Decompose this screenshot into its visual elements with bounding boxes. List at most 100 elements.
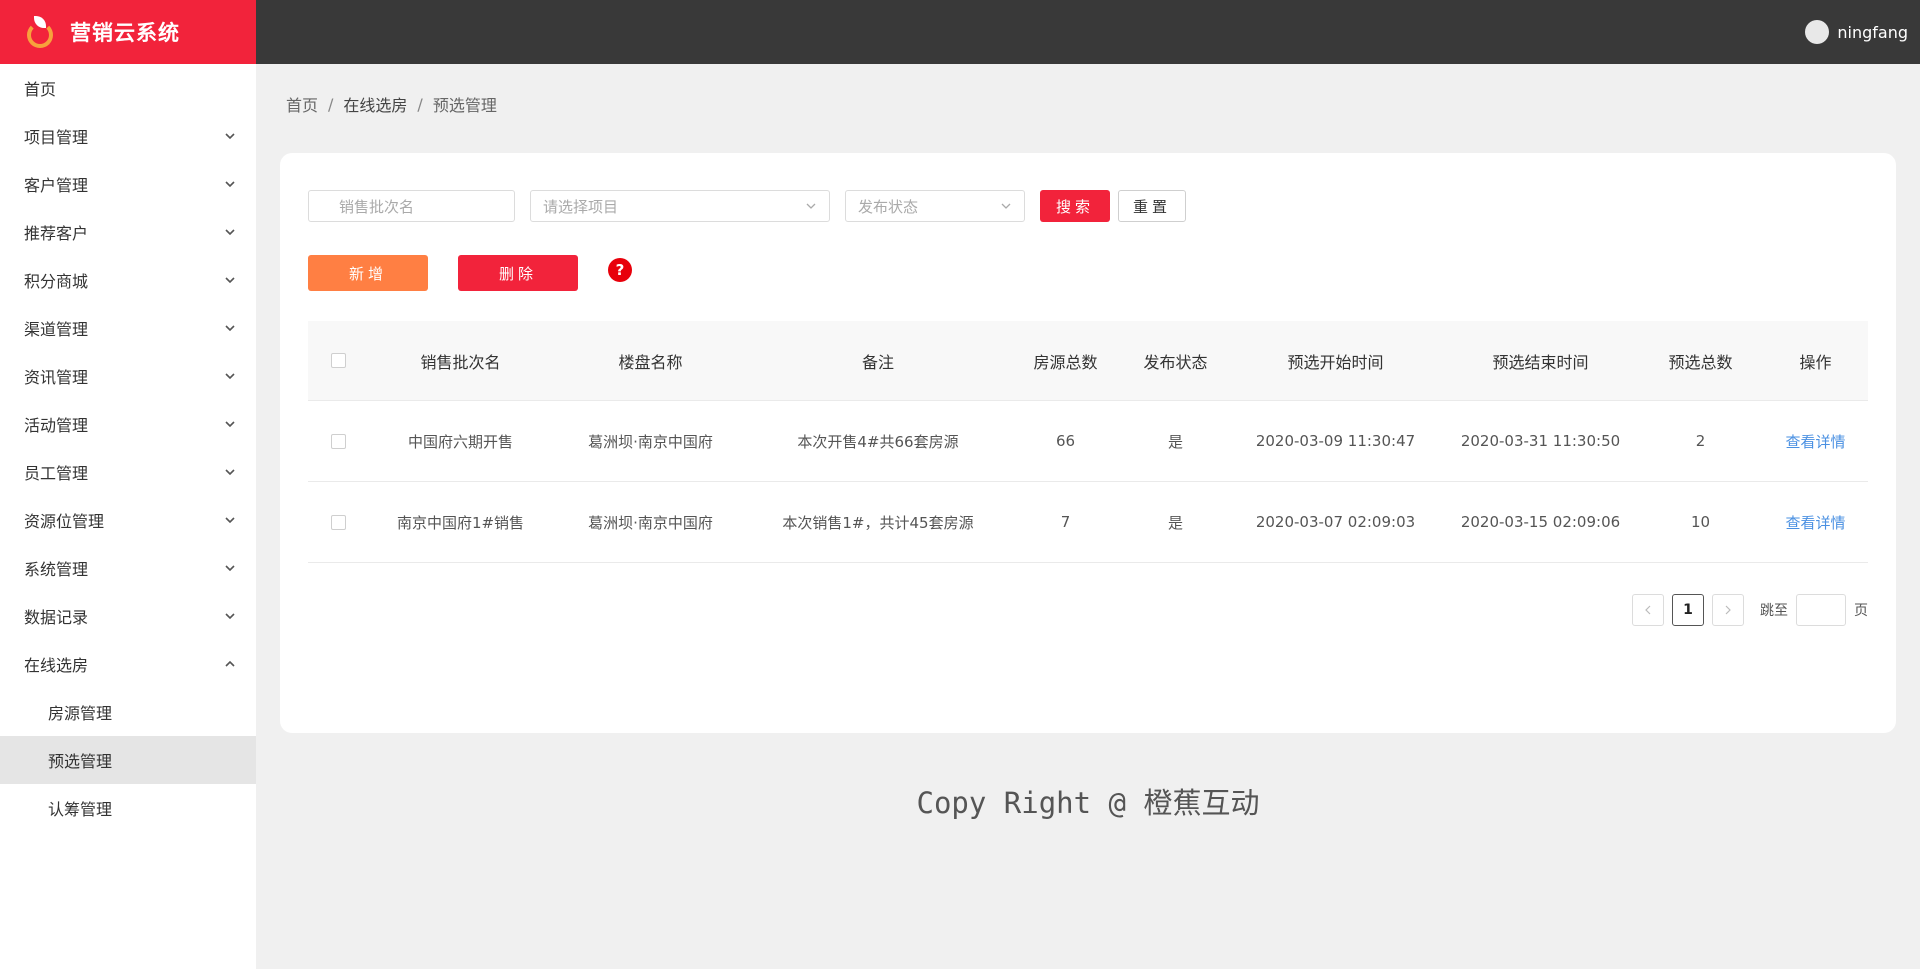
footer-copyright: Copy Right @ 橙蕉互动: [916, 786, 1260, 820]
table-row: 中国府六期开售 葛洲坝·南京中国府 本次开售4#共66套房源 66 是 2020…: [308, 401, 1868, 482]
column-header: 预选开始时间: [1287, 352, 1384, 372]
chevron-left-icon: [1645, 605, 1651, 615]
sidebar-item-online-selection[interactable]: 在线选房: [0, 640, 256, 688]
end-time-cell: 2020-03-15 02:09:06: [1460, 513, 1621, 531]
user-menu[interactable]: ningfang: [1805, 0, 1908, 64]
column-header: 楼盘名称: [618, 352, 683, 372]
avatar[interactable]: [1805, 20, 1830, 44]
select-all-checkbox[interactable]: [330, 353, 346, 368]
chevron-down-icon: [224, 562, 236, 574]
add-button[interactable]: 新增: [308, 255, 428, 291]
batch-name-cell: 南京中国府1#销售: [396, 513, 525, 532]
chevron-down-icon: [224, 322, 236, 334]
table-row: 南京中国府1#销售 葛洲坝·南京中国府 本次销售1#，共计45套房源 7 是 2…: [308, 482, 1868, 563]
column-header: 房源总数: [1033, 352, 1098, 372]
row-checkbox[interactable]: [330, 514, 346, 530]
project-select-placeholder: 请选择项目: [543, 197, 619, 216]
view-details-link[interactable]: 查看详情: [1763, 512, 1868, 533]
start-time-cell: 2020-03-07 02:09:03: [1255, 513, 1416, 531]
next-page-button[interactable]: [1712, 594, 1744, 626]
column-header: 销售批次名: [420, 352, 501, 372]
top-header: 营销云系统 ningfang: [0, 0, 1920, 64]
estate-name-cell: 葛洲坝·南京中国府: [588, 513, 713, 532]
row-checkbox[interactable]: [330, 433, 346, 449]
sidebar-item-points-mall[interactable]: 积分商城: [0, 256, 256, 304]
sidebar-item-home[interactable]: 首页: [0, 64, 256, 112]
chevron-up-icon: [224, 658, 236, 670]
chevron-down-icon: [224, 274, 236, 286]
sidebar-item-system[interactable]: 系统管理: [0, 544, 256, 592]
start-time-cell: 2020-03-09 11:30:47: [1255, 432, 1416, 450]
app-title: 营销云系统: [70, 21, 180, 45]
sidebar-subitem-listings[interactable]: 房源管理: [0, 688, 256, 736]
reset-button[interactable]: 重置: [1118, 190, 1186, 222]
preselect-total-cell: 2: [1695, 432, 1706, 450]
logo[interactable]: 营销云系统: [0, 0, 256, 64]
sidebar-item-referrals[interactable]: 推荐客户: [0, 208, 256, 256]
view-details-link[interactable]: 查看详情: [1763, 431, 1868, 452]
remark-cell: 本次销售1#，共计45套房源: [782, 513, 974, 532]
user-name: ningfang: [1837, 22, 1908, 42]
sidebar-item-data-records[interactable]: 数据记录: [0, 592, 256, 640]
batch-name-cell: 中国府六期开售: [407, 432, 513, 451]
sidebar-item-resource-slots[interactable]: 资源位管理: [0, 496, 256, 544]
breadcrumb-separator: /: [417, 94, 423, 114]
publish-status-cell: 是: [1167, 432, 1183, 451]
main-panel: 销售批次名 请选择项目 发布状态 搜索 重置 新增 删除 ? 销售批次名 楼盘名…: [280, 153, 1896, 733]
sidebar-item-activities[interactable]: 活动管理: [0, 400, 256, 448]
page-number-button[interactable]: 1: [1672, 594, 1704, 626]
sidebar-subitem-preselection[interactable]: 预选管理: [0, 736, 256, 784]
pagination: 1 跳至 页: [1632, 593, 1868, 627]
jump-label: 跳至: [1760, 603, 1788, 619]
project-select[interactable]: 请选择项目: [530, 190, 830, 222]
batch-name-input[interactable]: 销售批次名: [308, 190, 515, 222]
chevron-down-icon: [224, 418, 236, 430]
total-listings-cell: 66: [1055, 432, 1076, 450]
chevron-down-icon: [224, 370, 236, 382]
estate-name-cell: 葛洲坝·南京中国府: [588, 432, 713, 451]
status-select[interactable]: 发布状态: [845, 190, 1025, 222]
column-header: 发布状态: [1143, 352, 1208, 372]
column-header: 操作: [1799, 352, 1832, 372]
help-icon[interactable]: ?: [608, 258, 632, 282]
chevron-right-icon: [1725, 605, 1731, 615]
breadcrumb-home[interactable]: 首页: [286, 92, 318, 116]
remark-cell: 本次开售4#共66套房源: [797, 432, 959, 451]
sidebar-item-projects[interactable]: 项目管理: [0, 112, 256, 160]
chevron-down-icon: [224, 178, 236, 190]
page-unit-label: 页: [1854, 603, 1868, 619]
end-time-cell: 2020-03-31 11:30:50: [1460, 432, 1621, 450]
column-header: 备注: [861, 352, 894, 372]
preselect-total-cell: 10: [1690, 513, 1711, 531]
chevron-down-icon: [224, 514, 236, 526]
total-listings-cell: 7: [1060, 513, 1071, 531]
chevron-down-icon: [1000, 200, 1012, 212]
sidebar-item-customers[interactable]: 客户管理: [0, 160, 256, 208]
breadcrumb: 首页 / 在线选房 / 预选管理: [286, 92, 497, 116]
publish-status-cell: 是: [1167, 513, 1183, 532]
breadcrumb-current: 预选管理: [432, 96, 497, 115]
prev-page-button[interactable]: [1632, 594, 1664, 626]
sidebar-item-channels[interactable]: 渠道管理: [0, 304, 256, 352]
chevron-down-icon: [224, 610, 236, 622]
sidebar-item-staff[interactable]: 员工管理: [0, 448, 256, 496]
breadcrumb-parent[interactable]: 在线选房: [343, 92, 407, 116]
chevron-down-icon: [224, 130, 236, 142]
chevron-down-icon: [224, 226, 236, 238]
jump-page-input[interactable]: [1796, 594, 1846, 626]
column-header: 预选总数: [1668, 352, 1733, 372]
table-header: 销售批次名 楼盘名称 备注 房源总数 发布状态 预选开始时间 预选结束时间 预选…: [308, 321, 1868, 401]
filter-bar: 销售批次名 请选择项目 发布状态 搜索 重置: [308, 189, 1186, 223]
sidebar: 首页 项目管理 客户管理 推荐客户 积分商城 渠道管理 资讯管理 活动管理 员工…: [0, 64, 256, 969]
sidebar-subitem-subscription[interactable]: 认筹管理: [0, 784, 256, 832]
logo-icon: [24, 16, 56, 48]
status-select-placeholder: 发布状态: [858, 197, 919, 216]
chevron-down-icon: [224, 466, 236, 478]
breadcrumb-separator: /: [328, 94, 334, 114]
search-button[interactable]: 搜索: [1040, 190, 1110, 222]
sidebar-item-news[interactable]: 资讯管理: [0, 352, 256, 400]
chevron-down-icon: [805, 200, 817, 212]
column-header: 预选结束时间: [1492, 352, 1589, 372]
preselection-table: 销售批次名 楼盘名称 备注 房源总数 发布状态 预选开始时间 预选结束时间 预选…: [308, 321, 1868, 563]
delete-button[interactable]: 删除: [458, 255, 578, 291]
